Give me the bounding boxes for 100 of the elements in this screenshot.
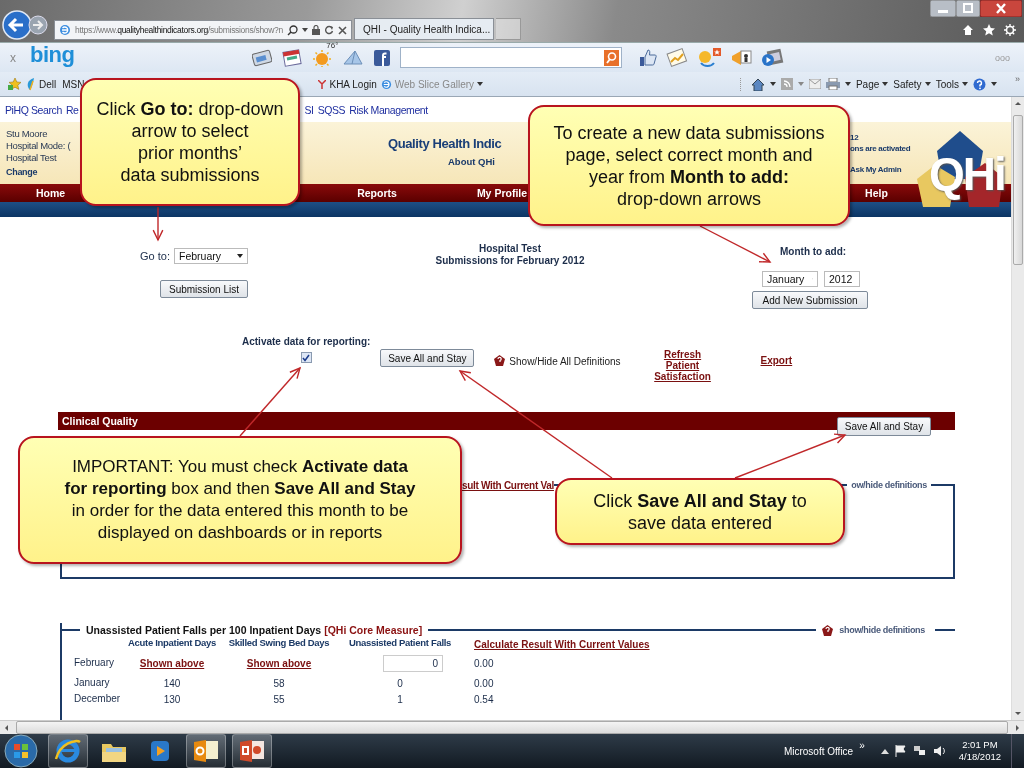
home-icon[interactable] (962, 24, 974, 36)
clock-time[interactable]: 2:01 PM (962, 739, 998, 751)
network-icon[interactable] (912, 745, 927, 757)
top-link[interactable]: PiHQ Search (5, 103, 62, 116)
nav-item[interactable]: Help (865, 187, 888, 199)
top-link[interactable]: SI (304, 103, 314, 116)
top-link[interactable]: Re (65, 103, 79, 116)
forward-button[interactable] (28, 15, 48, 35)
notice-text: 12 (850, 132, 859, 143)
nav-item[interactable]: My Profile (476, 187, 528, 199)
back-button[interactable] (2, 10, 32, 40)
taskbar-button[interactable] (232, 734, 272, 768)
table-cell-text: 140 (162, 677, 182, 689)
browser-tab[interactable]: QHI - Quality Health Indica... (354, 18, 494, 40)
refresh-icon[interactable] (324, 25, 334, 35)
minimize-button[interactable] (930, 0, 956, 17)
pyramid-icon[interactable] (342, 48, 365, 67)
close-icon[interactable] (338, 25, 347, 35)
calendar-icon[interactable] (282, 48, 303, 67)
export-link[interactable]: Export (760, 355, 793, 366)
activate-checkbox[interactable] (300, 352, 312, 363)
about-link[interactable]: About QHi (448, 156, 495, 167)
shown-above-link[interactable]: Shown above (139, 657, 205, 669)
settings-icon[interactable] (1004, 24, 1016, 36)
search-field[interactable] (400, 47, 623, 68)
taskbar-button[interactable] (48, 734, 88, 768)
table-cell-text: 0.00 (473, 677, 495, 689)
scroll-thumb[interactable] (1013, 115, 1023, 265)
month-select[interactable]: January (762, 271, 818, 287)
card-icon[interactable] (252, 48, 273, 67)
calculate-link[interactable]: sult With Current Val (462, 479, 554, 491)
table-cell-text: 0.54 (473, 693, 495, 705)
megaphone-icon[interactable] (730, 47, 753, 68)
section-title: Clinical Quality (62, 415, 138, 427)
film-icon[interactable] (760, 47, 785, 68)
maximize-button[interactable] (956, 0, 980, 17)
menu-button[interactable]: Page (855, 78, 889, 90)
top-link[interactable]: Risk Management (349, 103, 428, 116)
help-icon[interactable] (822, 624, 834, 636)
bulb-icon[interactable] (696, 47, 723, 68)
definitions-link[interactable]: ow/hide definitions (847, 480, 931, 490)
toolbar-name[interactable]: Microsoft Office (783, 745, 854, 757)
submissions-heading: Submissions for February 2012 (435, 255, 585, 267)
top-link[interactable]: SQSS (317, 103, 346, 116)
favorite-link[interactable]: Dell (39, 78, 57, 90)
menu-button[interactable]: Safety (893, 78, 931, 90)
month-to-add-label: Month to add: (780, 246, 847, 258)
site-logo: QHi (915, 121, 1005, 219)
star-icon[interactable] (983, 24, 995, 36)
thumbs-up-icon[interactable] (638, 47, 659, 68)
clock-date[interactable]: 4/18/2012 (958, 751, 1001, 763)
favorites-star-icon[interactable] (8, 77, 22, 91)
address-bar[interactable]: https://www.qualityhealthindicators.org/submissions/show?n (54, 20, 352, 40)
scroll-thumb[interactable] (16, 721, 1008, 734)
save-button[interactable]: Save All and Stay (837, 417, 931, 436)
hospital-name: Hospital Test (6, 152, 57, 164)
globe-e-icon (59, 24, 71, 36)
taskbar-button[interactable] (186, 734, 226, 768)
close-button[interactable] (980, 0, 1022, 17)
help-icon[interactable] (494, 355, 506, 366)
flag-icon[interactable] (894, 745, 907, 757)
month-cell-text: February (74, 656, 115, 670)
expand-toolbar-button[interactable]: » (859, 740, 865, 751)
hospital-heading: Hospital Test (478, 243, 541, 255)
tile-icon[interactable] (374, 49, 391, 66)
submission-list-button[interactable]: Submission List (160, 280, 248, 298)
table-cell-text: 55 (272, 693, 286, 705)
shown-above-link[interactable]: Shown above (246, 657, 312, 669)
chevron-text[interactable]: » (1015, 74, 1020, 84)
help-icon[interactable] (973, 77, 986, 91)
speaker-icon[interactable] (932, 745, 947, 757)
add-submission-button[interactable]: Add New Submission (752, 291, 868, 309)
browser-e-icon (54, 737, 82, 765)
home-icon[interactable] (750, 77, 765, 91)
table-cell-text: 1 (396, 693, 404, 705)
nav-item[interactable]: Reports (357, 187, 397, 199)
definitions-toggle[interactable]: Show/Hide All Definitions (509, 356, 621, 367)
favorite-link[interactable]: KHA Login (318, 78, 377, 90)
month-cell-text: January (74, 676, 111, 690)
callout: Click Save All and Stay to save data entered (555, 478, 845, 545)
search-icon[interactable] (287, 24, 298, 36)
falls-input[interactable]: 0 (383, 654, 443, 672)
address-text: https://www.qualityhealthindicators.org/submissions/show?n (75, 25, 283, 35)
column-header: Skilled Swing Bed Days (227, 637, 331, 650)
callout-arrow (152, 206, 164, 242)
measure-tag: [QHi Core Measure] (324, 624, 423, 636)
tray-arrow-icon[interactable] (880, 748, 889, 754)
menu-button[interactable]: Tools (935, 78, 968, 90)
callout-arrow (239, 366, 302, 437)
change-link[interactable]: Change (6, 166, 38, 178)
refresh-link[interactable]: Refresh Patient Satisfaction (648, 349, 717, 382)
start-button[interactable] (4, 734, 38, 768)
save-button[interactable]: Save All and Stay (380, 349, 475, 367)
printer-icon[interactable] (825, 78, 840, 90)
year-select[interactable]: 2012 (824, 271, 860, 287)
calculate-link[interactable]: Calculate Result With Current Values (474, 638, 955, 650)
nav-item[interactable]: Home (36, 187, 66, 199)
ask-admin-link[interactable]: Ask My Admin (850, 164, 902, 175)
month-select[interactable]: February (173, 248, 248, 264)
column-header: Acute Inpatient Days (127, 637, 217, 650)
